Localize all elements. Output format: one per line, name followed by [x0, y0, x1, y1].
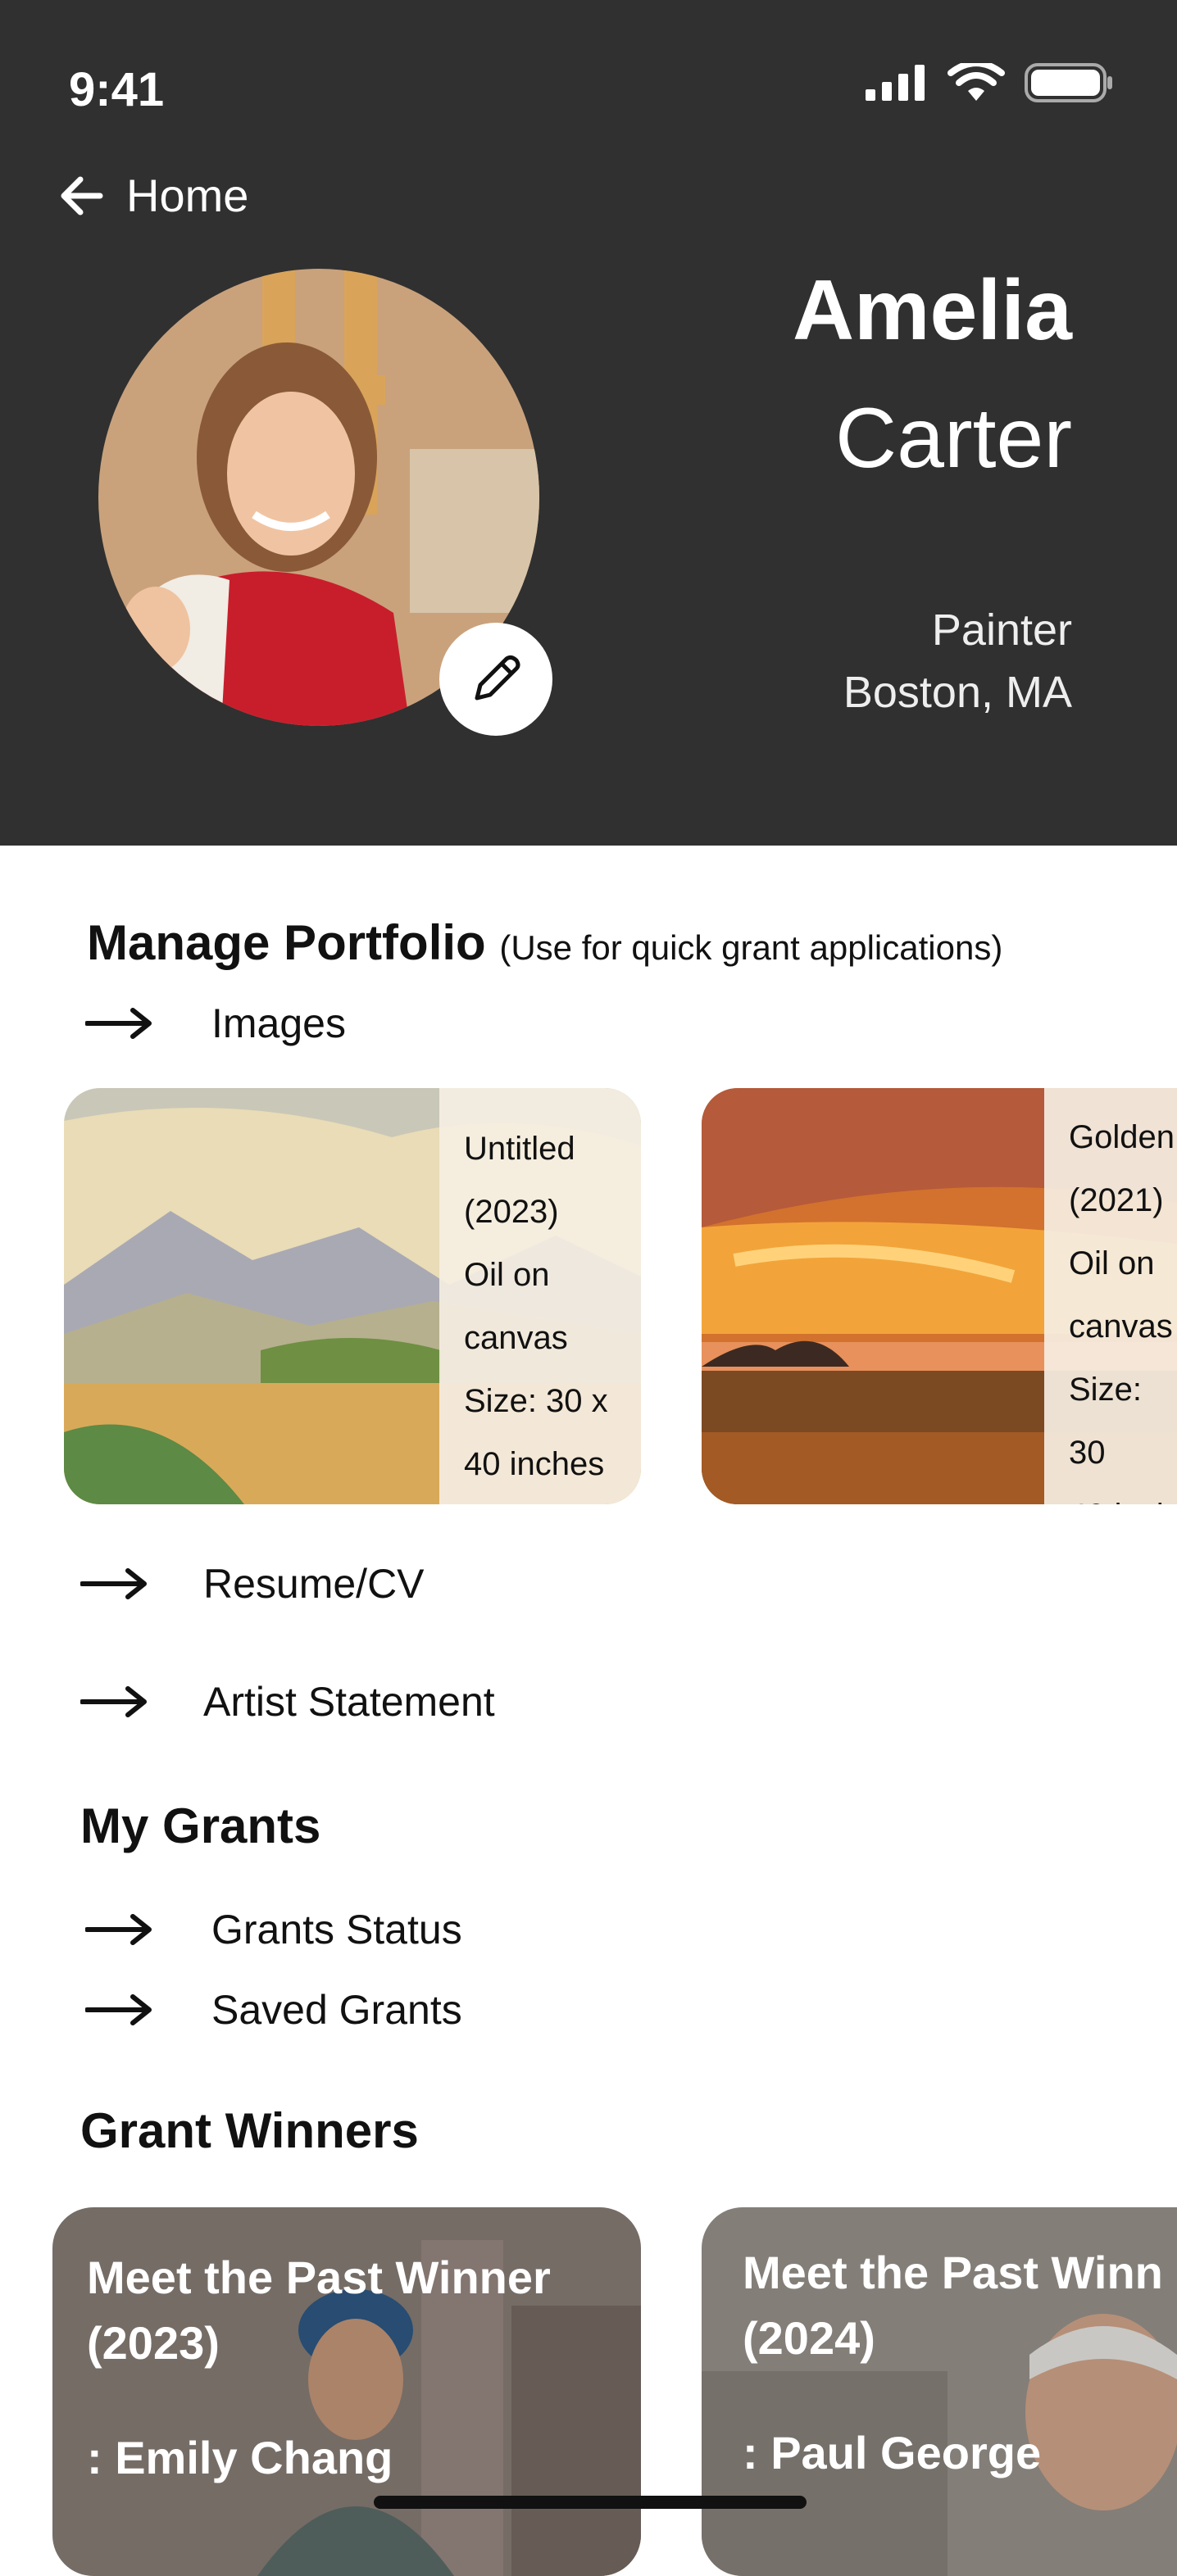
resume-link[interactable]: Resume/CV — [80, 1560, 425, 1608]
edit-avatar-button[interactable] — [439, 623, 552, 736]
images-label: Images — [211, 1000, 346, 1046]
grants-status-link[interactable]: Grants Status — [85, 1906, 462, 1953]
battery-icon — [1025, 63, 1112, 102]
profile-role: Painter — [931, 605, 1072, 655]
winner-year: (2024) — [743, 2312, 875, 2364]
resume-label: Resume/CV — [203, 1561, 425, 1607]
artwork-size-line2: 40 inch — [1069, 1485, 1177, 1504]
winner-title: Meet the Past Winner (2023) — [87, 2245, 551, 2376]
winner-name: : Paul George — [743, 2427, 1042, 2478]
artwork-size-line1: Size: 30 — [1069, 1372, 1142, 1471]
artwork-size-line1: Size: 30 x — [464, 1383, 608, 1419]
winner-title: Meet the Past Winn (2024) — [743, 2240, 1163, 2371]
artwork-size-line2: 40 inches — [464, 1446, 605, 1482]
artwork-card[interactable]: Untitled (2023) Oil on canvas Size: 30 x… — [64, 1088, 641, 1504]
portfolio-heading: Manage Portfolio (Use for quick grant ap… — [87, 914, 1002, 971]
images-link[interactable]: Images — [85, 1000, 346, 1047]
winner-title-line: Meet the Past Winner — [87, 2252, 551, 2303]
status-time: 9:41 — [69, 63, 165, 116]
profile-header: 9:41 Home Amelia Carter Painter Boston, … — [0, 0, 1177, 846]
back-arrow-icon — [61, 176, 103, 215]
artwork-medium-line1: Oil on — [1069, 1245, 1155, 1281]
right-arrow-icon — [80, 1568, 147, 1599]
artwork-medium-line1: Oil on — [464, 1257, 550, 1293]
artist-statement-link[interactable]: Artist Statement — [80, 1678, 495, 1726]
right-arrow-icon — [85, 1008, 152, 1039]
my-grants-title: My Grants — [80, 1798, 321, 1853]
saved-grants-link[interactable]: Saved Grants — [85, 1986, 462, 2034]
artwork-year: (2023) — [464, 1194, 559, 1230]
wifi-icon — [948, 63, 1005, 101]
artwork-info: Golden (2021) Oil on canvas Size: 30 40 … — [1044, 1088, 1177, 1504]
right-arrow-icon — [85, 1994, 152, 2025]
home-indicator — [374, 2496, 807, 2509]
status-icons — [866, 62, 1115, 103]
signal-icon — [866, 65, 925, 101]
artwork-medium-line2: canvas — [464, 1320, 568, 1356]
back-label: Home — [126, 170, 249, 221]
right-arrow-icon — [80, 1686, 147, 1717]
winner-title-line: Meet the Past Winn — [743, 2247, 1163, 2298]
artwork-title: Untitled — [464, 1131, 575, 1167]
right-arrow-icon — [85, 1914, 152, 1945]
artwork-info: Untitled (2023) Oil on canvas Size: 30 x… — [439, 1088, 641, 1504]
saved-grants-label: Saved Grants — [211, 1987, 462, 2033]
artwork-card[interactable]: Golden (2021) Oil on canvas Size: 30 40 … — [702, 1088, 1177, 1504]
profile-first-name: Amelia — [792, 263, 1072, 358]
artwork-medium-line2: canvas — [1069, 1308, 1173, 1345]
pencil-icon — [475, 655, 520, 701]
winner-card[interactable]: Meet the Past Winner (2023) : Emily Chan… — [52, 2207, 641, 2576]
winner-name: : Emily Chang — [87, 2432, 393, 2483]
artwork-year: (2021) — [1069, 1182, 1164, 1218]
profile-last-name: Carter — [835, 391, 1072, 486]
grant-winners-title: Grant Winners — [80, 2103, 419, 2158]
grants-status-label: Grants Status — [211, 1907, 462, 1952]
artist-statement-label: Artist Statement — [203, 1679, 495, 1725]
portfolio-title: Manage Portfolio — [87, 915, 486, 970]
artwork-title: Golden — [1069, 1119, 1175, 1155]
winner-card[interactable]: Meet the Past Winn (2024) : Paul George — [702, 2207, 1177, 2576]
profile-location: Boston, MA — [843, 668, 1072, 717]
winner-year: (2023) — [87, 2317, 220, 2369]
back-button[interactable]: Home — [57, 169, 248, 222]
portfolio-note: (Use for quick grant applications) — [499, 928, 1003, 967]
